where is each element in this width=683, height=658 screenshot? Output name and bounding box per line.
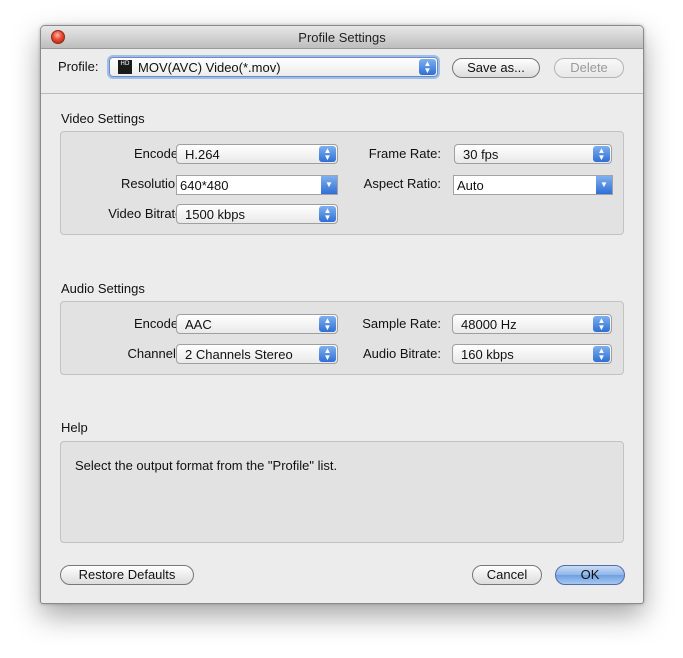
video-encoder-value: H.264 <box>185 147 220 162</box>
chevron-updown-icon: ▲ ▼ <box>319 206 336 222</box>
video-bitrate-value: 1500 kbps <box>185 207 245 222</box>
audio-bitrate-value: 160 kbps <box>461 347 514 362</box>
audio-settings-group: Encoder: AAC ▲ ▼ Sample Rate: 48000 Hz ▲ ▼… <box>60 301 624 375</box>
sample-rate-label: Sample Rate: <box>362 316 441 331</box>
frame-rate-select[interactable]: 30 fps ▲ ▼ <box>454 144 612 164</box>
help-text: Select the output format from the "Profi… <box>75 458 338 473</box>
chevron-updown-icon: ▲ ▼ <box>419 59 436 75</box>
chevron-updown-icon: ▲ ▼ <box>319 346 336 362</box>
help-box: Select the output format from the "Profi… <box>60 441 624 543</box>
help-title: Help <box>61 420 88 435</box>
chevron-down-icon[interactable]: ▼ <box>596 176 612 194</box>
chevron-down-icon[interactable]: ▼ <box>321 176 337 194</box>
save-as-button[interactable]: Save as... <box>452 58 540 78</box>
audio-settings-title: Audio Settings <box>61 281 145 296</box>
video-format-icon: HD <box>118 60 132 74</box>
resolution-value: 640*480 <box>180 178 229 193</box>
video-bitrate-label: Video Bitrate: <box>108 206 186 221</box>
audio-encoder-select[interactable]: AAC ▲ ▼ <box>176 314 338 334</box>
chevron-updown-icon: ▲ ▼ <box>593 146 610 162</box>
profile-label: Profile: <box>58 59 99 74</box>
sample-rate-value: 48000 Hz <box>461 317 517 332</box>
chevron-updown-icon: ▲ ▼ <box>593 346 610 362</box>
aspect-ratio-label: Aspect Ratio: <box>363 176 441 191</box>
video-settings-group: Encoder: H.264 ▲ ▼ Frame Rate: 30 fps ▲ ▼ … <box>60 131 624 235</box>
restore-defaults-button[interactable]: Restore Defaults <box>60 565 194 585</box>
video-bitrate-select[interactable]: 1500 kbps ▲ ▼ <box>176 204 338 224</box>
delete-button[interactable]: Delete <box>554 58 624 78</box>
aspect-ratio-value: Auto <box>457 178 484 193</box>
chevron-updown-icon: ▲ ▼ <box>319 146 336 162</box>
profile-settings-window: Profile Settings Profile: HD MOV(AVC) Vi… <box>40 25 644 604</box>
audio-bitrate-select[interactable]: 160 kbps ▲ ▼ <box>452 344 612 364</box>
chevron-updown-icon: ▲ ▼ <box>319 316 336 332</box>
cancel-button[interactable]: Cancel <box>472 565 542 585</box>
sample-rate-select[interactable]: 48000 Hz ▲ ▼ <box>452 314 612 334</box>
aspect-ratio-combo[interactable]: Auto ▼ <box>453 175 613 195</box>
profile-value: MOV(AVC) Video(*.mov) <box>138 60 281 75</box>
chevron-updown-icon: ▲ ▼ <box>593 316 610 332</box>
profile-toolbar: Profile: HD MOV(AVC) Video(*.mov) ▲ ▼ Sav… <box>41 49 643 94</box>
ok-button[interactable]: OK <box>555 565 625 585</box>
audio-encoder-value: AAC <box>185 317 212 332</box>
frame-rate-value: 30 fps <box>463 147 499 162</box>
profile-select[interactable]: HD MOV(AVC) Video(*.mov) ▲ ▼ <box>109 57 438 77</box>
channels-select[interactable]: 2 Channels Stereo ▲ ▼ <box>176 344 338 364</box>
video-settings-title: Video Settings <box>61 111 145 126</box>
video-encoder-select[interactable]: H.264 ▲ ▼ <box>176 144 338 164</box>
title-bar[interactable]: Profile Settings <box>41 26 643 49</box>
frame-rate-label: Frame Rate: <box>368 146 441 161</box>
resolution-combo[interactable]: 640*480 ▼ <box>176 175 338 195</box>
audio-bitrate-label: Audio Bitrate: <box>362 346 441 361</box>
window-title: Profile Settings <box>298 30 386 45</box>
channels-value: 2 Channels Stereo <box>185 347 293 362</box>
